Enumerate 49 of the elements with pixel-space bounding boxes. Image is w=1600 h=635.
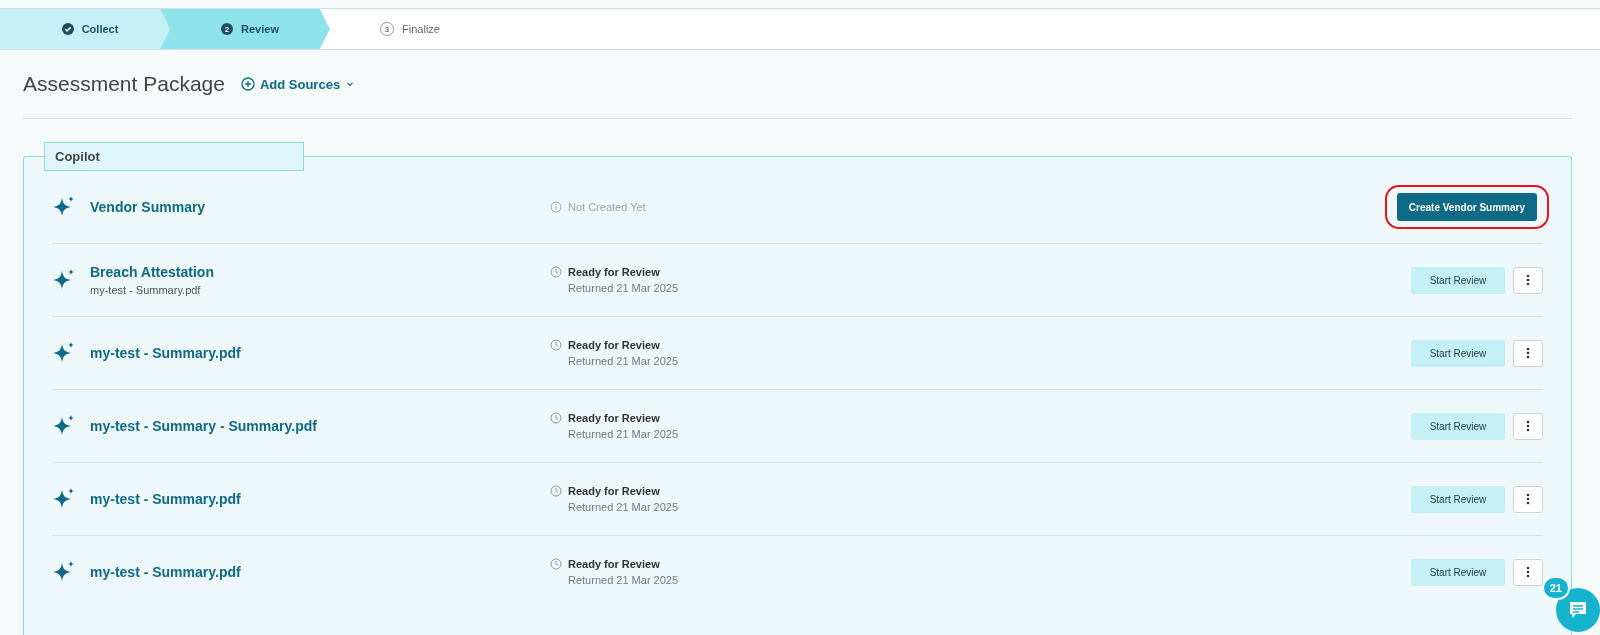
start-review-button[interactable]: Start Review [1411, 558, 1505, 586]
page-title: Assessment Package [23, 72, 225, 96]
status-text: Ready for Review [568, 558, 661, 570]
start-review-button[interactable]: Start Review [1411, 266, 1505, 294]
start-review-button[interactable]: Start Review [1411, 339, 1505, 367]
returned-date: Returned 21 Mar 2025 [568, 355, 680, 367]
check-circle-icon [61, 23, 74, 35]
more-button[interactable] [1513, 339, 1543, 367]
clock-icon [550, 412, 562, 424]
more-button[interactable] [1513, 485, 1543, 513]
create-button[interactable]: Create Vendor Summary [1396, 193, 1537, 221]
more-button[interactable] [1513, 558, 1543, 586]
returned-date: Returned 21 Mar 2025 [568, 501, 680, 513]
clock-icon [550, 339, 562, 351]
more-button[interactable] [1513, 266, 1543, 294]
step-tab[interactable]: Collect [0, 9, 170, 49]
start-review-button[interactable]: Start Review [1411, 412, 1505, 440]
item-title: my-test - Summary.pdf [90, 564, 242, 580]
section-title: Copilot [44, 142, 304, 171]
clock-icon [550, 266, 562, 278]
item-title: my-test - Summary.pdf [90, 491, 242, 507]
more-button[interactable] [1513, 412, 1543, 440]
more-icon [1526, 420, 1530, 432]
status-text: Ready for Review [568, 485, 661, 497]
item-title: my-test - Summary.pdf [90, 345, 242, 361]
add-sources-button[interactable]: Add Sources [240, 76, 356, 92]
more-icon [1526, 566, 1530, 578]
status-text: Ready for Review [568, 266, 661, 278]
info-icon [550, 201, 562, 213]
clock-icon [550, 485, 562, 497]
more-icon [1526, 274, 1530, 286]
status-text: Ready for Review [568, 339, 661, 351]
more-icon [1526, 347, 1530, 359]
returned-date: Returned 21 Mar 2025 [568, 282, 680, 294]
returned-date: Returned 21 Mar 2025 [568, 574, 680, 586]
plus-circle-icon [240, 77, 255, 91]
status-text: Not Created Yet [568, 201, 647, 213]
more-icon [1526, 493, 1530, 505]
step-tab[interactable]: 2 Review [160, 9, 330, 49]
status-text: Ready for Review [568, 412, 661, 424]
clock-icon [550, 558, 562, 570]
step-number: 2 [221, 23, 234, 35]
start-review-button[interactable]: Start Review [1411, 485, 1505, 513]
item-title: Vendor Summary [90, 199, 207, 215]
returned-date: Returned 21 Mar 2025 [568, 428, 680, 440]
item-title: Breach Attestation [90, 264, 215, 280]
item-title: my-test - Summary - Summary.pdf [90, 418, 318, 434]
chat-icon [1567, 599, 1589, 621]
file-name: my-test - Summary.pdf [90, 284, 202, 296]
